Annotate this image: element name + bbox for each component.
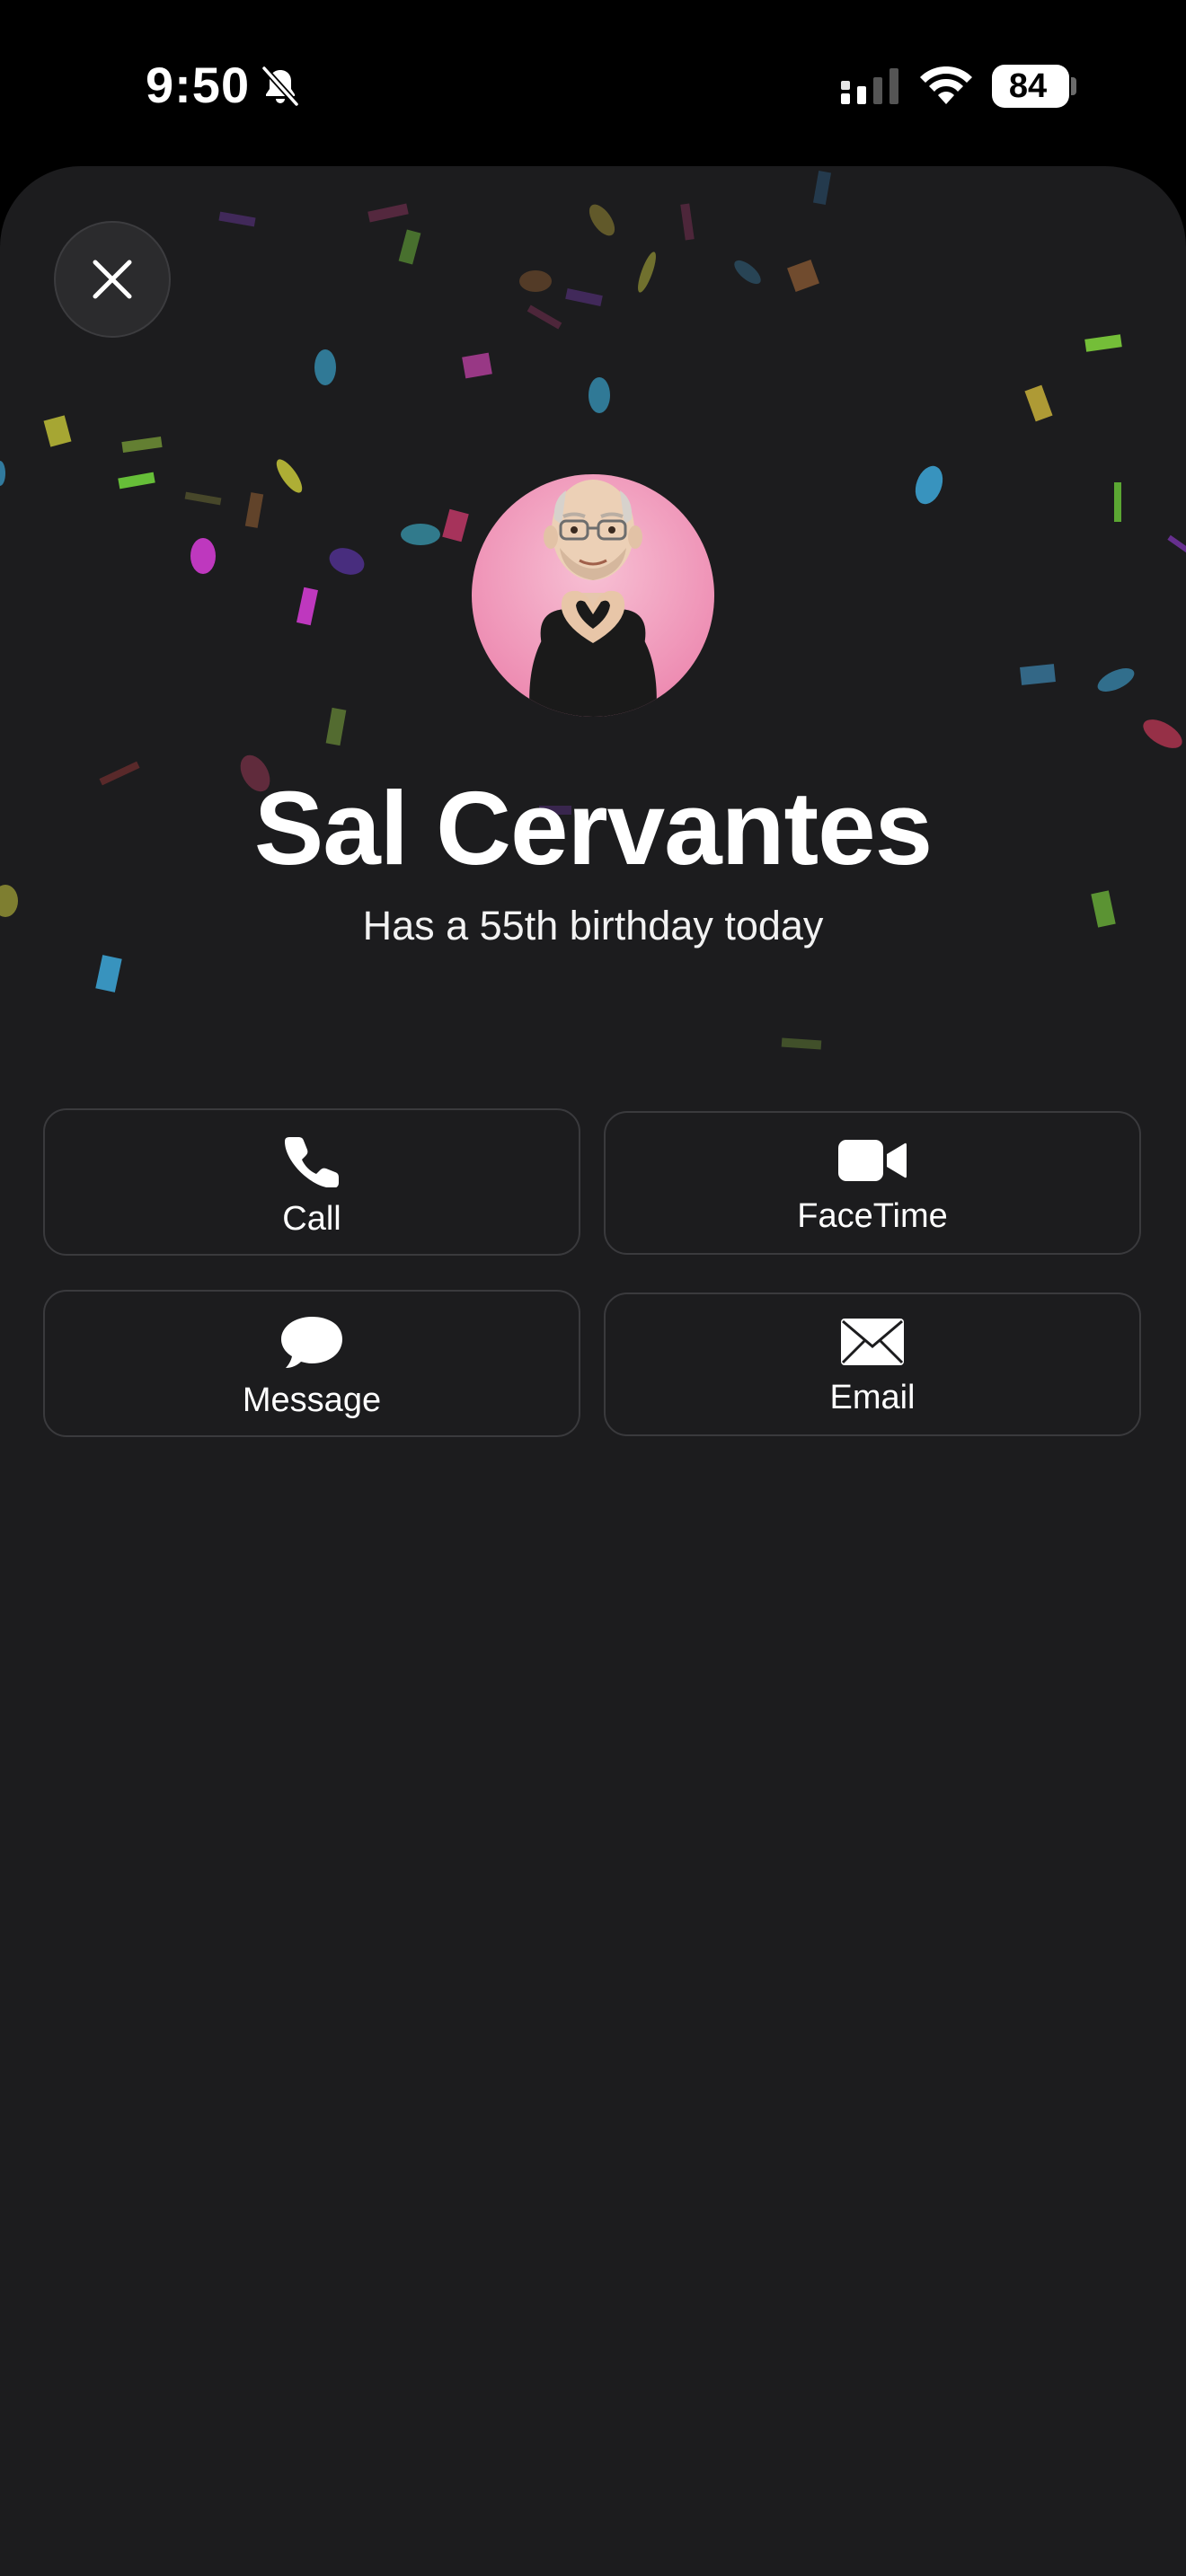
facetime-label: FaceTime bbox=[797, 1197, 948, 1235]
video-camera-icon bbox=[838, 1140, 907, 1181]
wifi-icon bbox=[920, 66, 972, 104]
battery-icon: 84 bbox=[992, 65, 1069, 108]
birthday-sheet: Sal Cervantes Has a 55th birthday today … bbox=[0, 166, 1186, 2576]
status-bar: 9:50 84 bbox=[0, 0, 1186, 166]
close-button[interactable] bbox=[54, 221, 171, 338]
facetime-button[interactable]: FaceTime bbox=[604, 1111, 1141, 1255]
call-label: Call bbox=[282, 1200, 341, 1238]
contact-avatar bbox=[472, 474, 714, 717]
message-label: Message bbox=[242, 1381, 382, 1419]
envelope-icon bbox=[841, 1319, 904, 1365]
contact-name: Sal Cervantes bbox=[253, 770, 933, 887]
call-button[interactable]: Call bbox=[43, 1108, 580, 1256]
message-bubble-icon bbox=[281, 1317, 342, 1368]
email-button[interactable]: Email bbox=[604, 1292, 1141, 1436]
status-time: 9:50 bbox=[146, 57, 251, 113]
battery-percent: 84 bbox=[1008, 67, 1048, 105]
birthday-note: Has a 55th birthday today bbox=[362, 903, 824, 948]
phone-icon bbox=[285, 1137, 339, 1187]
message-button[interactable]: Message bbox=[43, 1290, 580, 1437]
cellular-signal-icon bbox=[841, 68, 898, 104]
email-label: Email bbox=[829, 1379, 916, 1416]
battery-tip bbox=[1071, 77, 1076, 95]
memoji-avatar-image bbox=[529, 480, 657, 717]
close-icon bbox=[93, 260, 132, 299]
bell-off-icon bbox=[261, 66, 299, 107]
